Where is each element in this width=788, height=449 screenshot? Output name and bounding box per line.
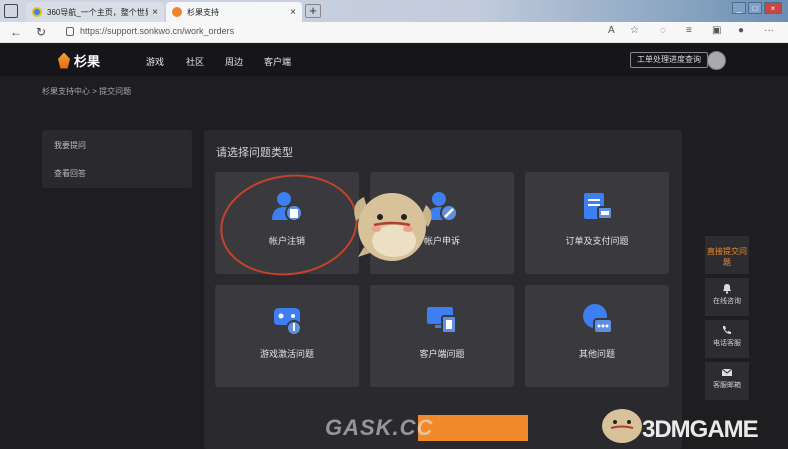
sonkwo-logo-icon: [58, 52, 70, 69]
new-tab-button[interactable]: +: [305, 4, 321, 18]
phone-service-label: 电话客服: [713, 340, 741, 347]
profile-icon[interactable]: ●: [738, 25, 744, 36]
watermark-mascot-icon: [602, 409, 642, 443]
card-label: 订单及支付问题: [565, 236, 629, 246]
avatar[interactable]: [707, 51, 726, 70]
close-window-button[interactable]: ×: [764, 2, 782, 14]
address-bar: ← ↻ https://support.sonkwo.cn/work_order…: [0, 22, 788, 43]
watermark-gask: GASK.CC: [325, 415, 434, 440]
read-aloud-icon[interactable]: A: [608, 25, 615, 36]
window-menu-icon[interactable]: [4, 4, 18, 18]
card-label: 游戏激活问题: [259, 349, 314, 359]
other-icon: [583, 304, 613, 334]
side-menu-ask[interactable]: 我要提问: [54, 140, 86, 151]
bell-icon: [723, 284, 731, 294]
card-label: 客户端问题: [419, 349, 465, 359]
site-header: 杉果 游戏 社区 周边 客户端 工单处理进度查询: [0, 44, 788, 76]
url-field[interactable]: https://support.sonkwo.cn/work_orders: [80, 26, 234, 36]
back-icon[interactable]: ←: [10, 25, 22, 39]
watermark-3dmgame: 3DMGAME: [642, 416, 759, 443]
nav-community[interactable]: 社区: [186, 55, 204, 68]
site-logo[interactable]: 杉果: [58, 51, 100, 70]
nav-games[interactable]: 游戏: [146, 55, 164, 68]
extensions-icon[interactable]: ◌: [660, 25, 666, 36]
order-payment-icon: [584, 193, 613, 220]
email-service-label: 客服邮箱: [713, 382, 741, 389]
email-service-button[interactable]: 客服邮箱: [705, 362, 749, 400]
favorites-icon[interactable]: ≡: [686, 25, 692, 36]
collections-icon[interactable]: ▣: [712, 25, 721, 36]
online-chat-label: 在线咨询: [713, 298, 741, 305]
maximize-button[interactable]: □: [748, 2, 762, 14]
side-menu-answers[interactable]: 查看回答: [54, 168, 86, 179]
phone-icon: [723, 326, 731, 335]
window-buttons: _ □ ×: [732, 2, 782, 14]
sonkwo-logo-icon: [172, 7, 182, 17]
nav-client[interactable]: 客户端: [264, 55, 291, 68]
tab-close-icon[interactable]: ×: [290, 7, 296, 18]
mail-icon: [721, 368, 733, 376]
minimize-button[interactable]: _: [732, 2, 746, 14]
tab-title: 杉果支持: [187, 7, 219, 17]
nav-merch[interactable]: 周边: [225, 55, 243, 68]
ticket-progress-button[interactable]: 工单处理进度查询: [630, 52, 708, 68]
lock-icon[interactable]: [66, 27, 74, 36]
card-label: 其他问题: [578, 349, 615, 359]
floating-service-bar: 直接提交问题 在线咨询 电话客服 客服邮箱: [705, 236, 749, 404]
phone-service-button[interactable]: 电话客服: [705, 320, 749, 358]
browser-tab-strip: 360导航_一个主页，整个世界 × 杉果支持 × + _ □ ×: [0, 0, 788, 22]
client-icon: [427, 307, 457, 334]
360-logo-icon: [32, 7, 42, 17]
reload-icon[interactable]: ↻: [36, 25, 46, 39]
more-icon[interactable]: ···: [764, 25, 774, 36]
game-activation-icon: [274, 308, 302, 335]
browser-tab-1[interactable]: 360导航_一个主页，整个世界 ×: [26, 2, 164, 22]
tab-close-icon[interactable]: ×: [152, 7, 158, 18]
direct-submit-button[interactable]: 直接提交问题: [705, 236, 749, 274]
card-other[interactable]: 其他问题: [525, 285, 669, 387]
submit-button[interactable]: [418, 415, 528, 441]
panel-title: 请选择问题类型: [216, 147, 293, 159]
mascot-image: [354, 193, 432, 261]
tab-title: 360导航_一个主页，整个世界: [47, 7, 149, 17]
browser-tab-2[interactable]: 杉果支持 ×: [166, 2, 302, 22]
side-menu: 我要提问 查看回答: [42, 130, 192, 188]
online-chat-button[interactable]: 在线咨询: [705, 278, 749, 316]
breadcrumb: 杉果支持中心 > 提交问题: [42, 87, 132, 96]
card-game-activation[interactable]: 游戏激活问题: [215, 285, 359, 387]
card-order-payment[interactable]: 订单及支付问题: [525, 172, 669, 274]
card-client[interactable]: 客户端问题: [370, 285, 514, 387]
favorites-add-icon[interactable]: ☆: [630, 25, 639, 36]
logo-text: 杉果: [74, 54, 101, 69]
